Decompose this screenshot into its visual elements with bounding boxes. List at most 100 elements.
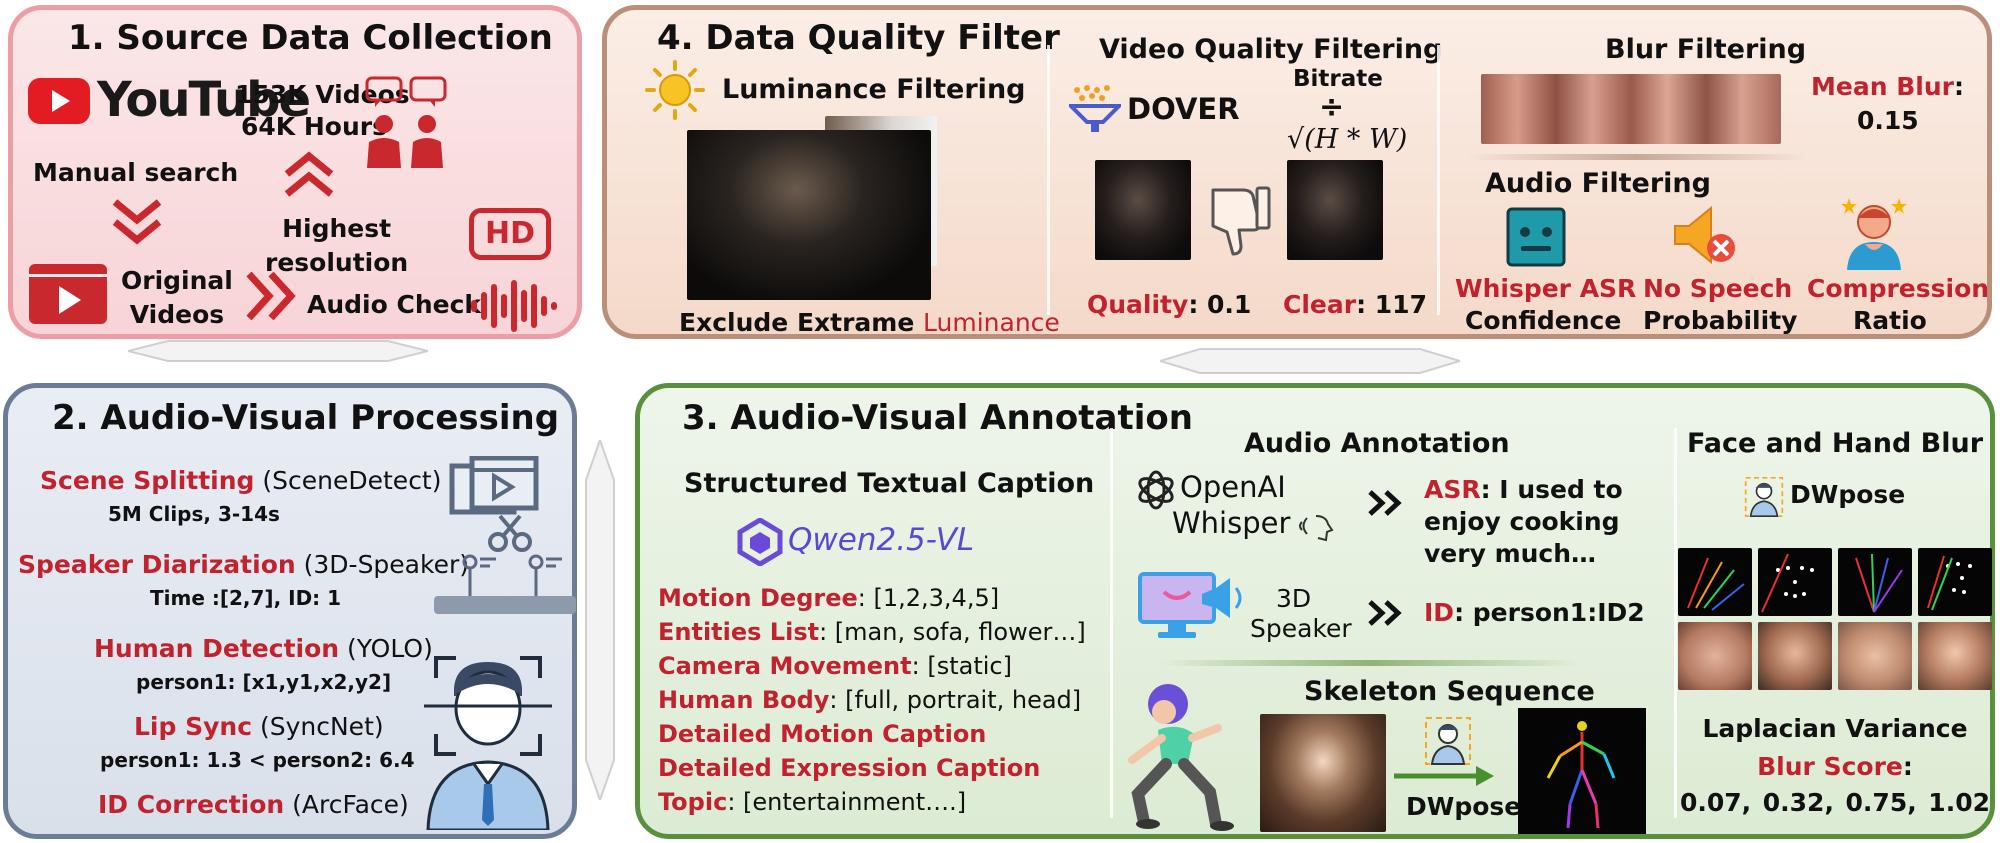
luminance-filtering-heading: Luminance Filtering: [722, 74, 1026, 105]
caption-field-value: : [static]: [911, 652, 1012, 680]
divider: [1047, 45, 1050, 315]
lip-sync-detail: person1: 1.3 < person2: 6.4: [100, 748, 415, 772]
structured-caption-heading: Structured Textual Caption: [684, 468, 1095, 499]
human-detection-detail: person1: [x1,y1,x2,y2]: [136, 670, 392, 694]
whisper-label: Whisper: [1172, 506, 1291, 540]
blur-score-value: 0.75,: [1845, 788, 1917, 817]
exclude-caption-prefix: Exclude Extrame: [679, 308, 924, 337]
audio-visual-processing-panel: 2. Audio-Visual Processing Scene Splitti…: [3, 383, 577, 839]
caption-field-label: Entities List: [658, 618, 820, 646]
skeleton-sequence-heading: Skeleton Sequence: [1304, 676, 1595, 707]
thumbs-down-icon: [1203, 182, 1273, 264]
running-person-icon: [1118, 676, 1238, 840]
asr-text-3: very much…: [1424, 539, 1597, 568]
face-keypoints-image: [1918, 548, 1992, 616]
mute-speaker-icon: [1669, 200, 1739, 274]
dwpose-person-icon: [1744, 476, 1784, 522]
divider: [1674, 428, 1677, 818]
film-scissors-icon: [448, 455, 544, 560]
asr-line-1: ASR: I used to: [1424, 474, 1623, 506]
caption-field-row: Detailed Motion Caption: [658, 720, 986, 748]
mean-blur-colon: :: [1953, 72, 1964, 101]
hand-keypoints-image: [1838, 548, 1912, 616]
speaker-id-label: ID: [1424, 598, 1455, 627]
face-hand-blur-heading: Face and Hand Blur: [1686, 428, 1984, 459]
scene-splitting-detail: 5M Clips, 3-14s: [108, 502, 280, 526]
caption-field-value: : [entertainment….]: [727, 788, 967, 816]
mean-blur-label-row: Mean Blur:: [1811, 72, 1964, 101]
speaker-diarization-label: Speaker Diarization: [18, 550, 296, 579]
qwen-label: Qwen2.5-VL: [788, 522, 975, 558]
double-chevron-right-icon: [1366, 598, 1404, 632]
chevron-up-icon: [283, 150, 335, 204]
panel-title: 4. Data Quality Filter: [657, 18, 1060, 58]
compression-label: Compression: [1807, 274, 1990, 303]
asr-text-1: : I used to: [1480, 475, 1623, 504]
audio-check-label: Audio Check: [307, 290, 482, 319]
dwpose-arrow-label: DWpose: [1406, 792, 1522, 821]
manual-search-label: Manual search: [33, 158, 239, 187]
id-correction-tool: (ArcFace): [284, 790, 409, 819]
dover-label: DOVER: [1127, 92, 1240, 126]
connector-arrow-2-3: [580, 436, 620, 804]
green-arrow-icon: [1392, 764, 1496, 792]
interview-people-icon: [361, 76, 449, 172]
dwpose-person-icon: [1424, 716, 1472, 770]
whisper-voice-icon: [1296, 506, 1336, 550]
connector-arrow-1-2: [127, 338, 429, 368]
face-keypoints-image: [1758, 548, 1832, 616]
speaker-id-result: ID: person1:ID2: [1424, 598, 1645, 627]
video-quality-filtering-heading: Video Quality Filtering: [1099, 34, 1443, 65]
quality-value: : 0.1: [1188, 290, 1252, 319]
timeline-track-icon: [432, 552, 578, 622]
speaker-diarization-row: Speaker Diarization (3D-Speaker): [18, 550, 469, 579]
hand-keypoints-image: [1678, 548, 1752, 616]
caption-field-label: Topic: [658, 788, 728, 816]
panel-title: 3. Audio-Visual Annotation: [682, 398, 1193, 438]
asr-robot-icon: [1505, 206, 1567, 272]
scene-splitting-tool: (SceneDetect): [254, 466, 442, 495]
audio-annotation-heading: Audio Annotation: [1244, 428, 1510, 459]
divider: [1437, 45, 1440, 315]
caption-field-label: Camera Movement: [658, 652, 912, 680]
speaker-diarization-detail: Time :[2,7], ID: 1: [150, 586, 342, 610]
openai-label: OpenAI: [1180, 470, 1286, 504]
skeleton-pose-image: [1518, 708, 1646, 834]
speaker-id-value: : person1:ID2: [1454, 598, 1645, 627]
speaker-3d-label: 3D: [1276, 584, 1312, 613]
hd-badge: HD: [469, 208, 551, 260]
id-correction-label: ID Correction: [98, 790, 285, 819]
panel-title: 1. Source Data Collection: [68, 18, 553, 58]
dover-logo-icon: [1066, 84, 1124, 138]
caption-field-row: Entities List: [man, sofa, flower…]: [658, 618, 1086, 646]
chevron-right-icon: [243, 270, 303, 326]
lip-sync-row: Lip Sync (SyncNet): [134, 712, 384, 741]
laplacian-variance-label: Laplacian Variance: [1702, 714, 1968, 743]
scene-splitting-label: Scene Splitting: [40, 466, 255, 495]
chevron-down-icon: [111, 198, 163, 250]
original-videos-label: Original Videos: [121, 266, 233, 329]
caption-field-row: Topic: [entertainment….]: [658, 788, 966, 816]
asr-label: ASR: [1424, 475, 1481, 504]
clear-label: Clear: [1283, 290, 1357, 319]
asr-text-2: enjoy cooking: [1424, 507, 1620, 536]
clear-frame-image: [1287, 160, 1383, 260]
caption-field-row: Human Body: [full, portrait, head]: [658, 686, 1081, 714]
clear-value: : 117: [1356, 290, 1427, 319]
blur-score-colon: :: [1902, 752, 1913, 781]
blur-score-value: 0.07,: [1680, 788, 1752, 817]
youtube-logo-icon: [28, 78, 90, 124]
caption-field-label: Detailed Motion Caption: [658, 720, 987, 748]
asr-result: ASR: I used to enjoy cooking very much…: [1424, 474, 1623, 570]
quality-label: Quality: [1087, 290, 1189, 319]
audio-filtering-heading: Audio Filtering: [1485, 168, 1711, 199]
ratio-label: Ratio: [1853, 306, 1927, 335]
sun-icon: [645, 60, 705, 124]
divider: [1110, 428, 1113, 818]
whisper-asr-label: Whisper ASR: [1455, 274, 1637, 303]
dizzy-person-icon: [1839, 194, 1909, 274]
no-speech-label: No Speech: [1643, 274, 1793, 303]
qwen-logo-icon: [736, 517, 784, 570]
quality-score: Quality: 0.1: [1087, 290, 1251, 319]
blur-score-values: 0.07, 0.32, 0.75, 1.02: [1680, 788, 1990, 817]
